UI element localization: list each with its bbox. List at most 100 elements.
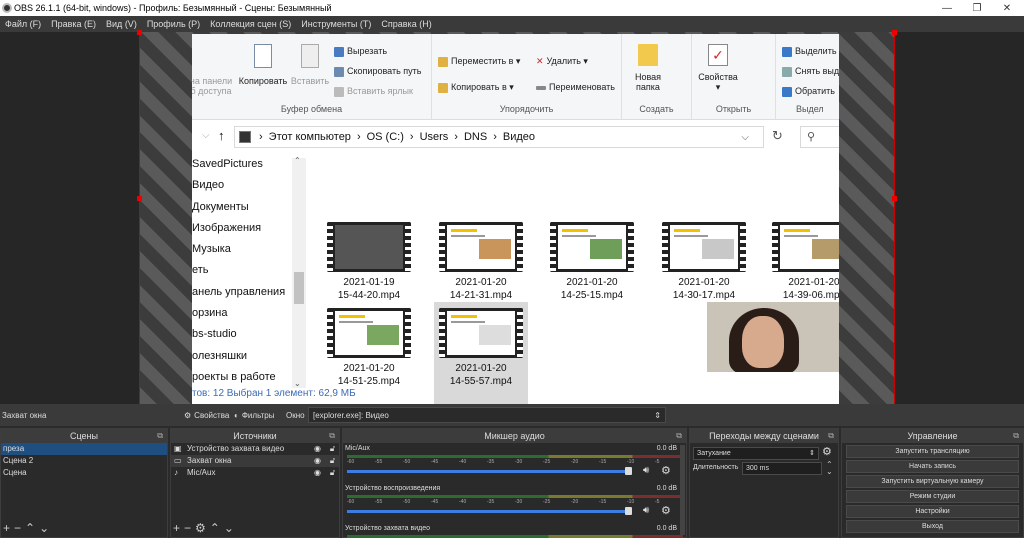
nav-item[interactable]: орзина	[192, 303, 307, 324]
spinner-icon[interactable]: ⌃ ⌄	[826, 461, 833, 476]
nav-scrollbar[interactable]: ⌃ ⌄	[292, 156, 306, 388]
move-to-button[interactable]: Переместить в ▾	[438, 56, 520, 67]
start-streaming-button[interactable]: Запустить трансляцию	[846, 445, 1019, 458]
breadcrumb-dns[interactable]: DNS	[464, 131, 487, 143]
duration-input[interactable]: 300 ms	[742, 462, 822, 475]
breadcrumb-video[interactable]: Видео	[503, 131, 535, 143]
fader-handle[interactable]	[625, 467, 632, 475]
breadcrumb-users[interactable]: Users	[420, 131, 449, 143]
nav-item[interactable]: Видео	[192, 175, 307, 196]
undock-icon[interactable]: ⧉	[329, 429, 335, 443]
deselect-button[interactable]: Снять выд	[782, 66, 839, 77]
invert-button[interactable]: Обратить	[782, 86, 835, 97]
scene-item[interactable]: Сцена	[1, 467, 167, 479]
up-arrow-icon[interactable]: ↑	[218, 128, 225, 143]
add-icon[interactable]: +	[173, 521, 184, 535]
scene-item[interactable]: преза	[1, 443, 167, 455]
breadcrumb-drive[interactable]: OS (C:)	[367, 131, 404, 143]
paste-button[interactable]: Вставить	[290, 44, 330, 86]
gear-icon[interactable]: ⚙	[822, 445, 832, 458]
resize-handle[interactable]	[892, 196, 897, 201]
fader-handle[interactable]	[625, 507, 632, 515]
gear-icon[interactable]: ⚙	[661, 464, 671, 477]
webcam-source[interactable]	[707, 302, 839, 372]
resize-handle[interactable]	[137, 30, 142, 35]
window-select[interactable]: [explorer.exe]: Видео ⇕	[308, 407, 666, 423]
volume-fader[interactable]	[347, 510, 629, 513]
new-folder-button[interactable]: Новая папка	[628, 44, 668, 92]
nav-item[interactable]: bs-studio	[192, 324, 307, 345]
nav-item[interactable]: Изображения	[192, 218, 307, 239]
copy-button[interactable]: Копировать	[236, 44, 290, 86]
source-item[interactable]: ▣ Устройство захвата видео ◉ 🔓︎	[171, 443, 339, 455]
transition-select[interactable]: Затухание ⇕	[693, 447, 819, 460]
source-filters-button[interactable]: ◐ Фильтры	[234, 411, 274, 420]
studio-mode-button[interactable]: Режим студии	[846, 490, 1019, 503]
menu-view[interactable]: Вид (V)	[106, 19, 137, 29]
eye-icon[interactable]: ◉	[314, 467, 321, 479]
scroll-down-icon[interactable]: ⌄	[294, 379, 301, 388]
move-down-icon[interactable]: ⌄	[224, 521, 238, 535]
preview-canvas[interactable]: на панели б доступа Копировать Вставить …	[0, 30, 1024, 404]
nav-item[interactable]: роекты в работе	[192, 367, 307, 388]
scrollbar-thumb[interactable]	[294, 272, 304, 304]
source-item[interactable]: ♪ Mic/Aux ◉ 🔓︎	[171, 467, 339, 479]
undock-icon[interactable]: ⧉	[676, 429, 682, 443]
menu-edit[interactable]: Правка (E)	[51, 19, 96, 29]
scroll-up-icon[interactable]: ⌃	[294, 156, 301, 165]
undock-icon[interactable]: ⧉	[157, 429, 163, 443]
move-up-icon[interactable]: ⌃	[25, 521, 39, 535]
undock-icon[interactable]: ⧉	[828, 429, 834, 443]
move-up-icon[interactable]: ⌃	[210, 521, 224, 535]
lock-icon[interactable]: 🔓︎	[330, 455, 335, 467]
add-icon[interactable]: +	[3, 521, 14, 535]
nav-item[interactable]: анель управления	[192, 282, 307, 303]
pin-quick-access-label[interactable]: на панели б доступа	[192, 76, 236, 96]
search-input[interactable]: ⚲	[800, 126, 839, 148]
nav-item[interactable]: еть	[192, 260, 307, 281]
paste-shortcut-button[interactable]: Вставить ярлык	[334, 86, 413, 97]
source-item[interactable]: ▭ Захват окна ◉ 🔓︎	[171, 455, 339, 467]
exit-button[interactable]: Выход	[846, 520, 1019, 533]
minimize-button[interactable]: —	[932, 0, 962, 16]
lock-icon[interactable]: 🔓︎	[330, 467, 335, 479]
settings-button[interactable]: Настройки	[846, 505, 1019, 518]
source-properties-button[interactable]: ⚙ Свойства	[184, 411, 229, 420]
mixer-scrollbar[interactable]	[680, 445, 685, 535]
chevron-down-icon[interactable]: ⌵	[202, 130, 210, 141]
move-down-icon[interactable]: ⌄	[39, 521, 53, 535]
nav-item[interactable]: SavedPictures	[192, 154, 307, 175]
menu-tools[interactable]: Инструменты (T)	[301, 19, 371, 29]
file-item[interactable]: 2021-01-20 14-25-15.mp4	[545, 216, 639, 332]
menu-help[interactable]: Справка (H)	[381, 19, 431, 29]
undock-icon[interactable]: ⧉	[1013, 429, 1019, 443]
nav-item[interactable]: Документы	[192, 197, 307, 218]
select-all-button[interactable]: Выделить	[782, 46, 837, 57]
start-recording-button[interactable]: Начать запись	[846, 460, 1019, 473]
start-virtual-camera-button[interactable]: Запустить виртуальную камеру	[846, 475, 1019, 488]
copy-path-button[interactable]: Скопировать путь	[334, 66, 421, 77]
close-button[interactable]: ✕	[992, 0, 1022, 16]
delete-button[interactable]: ✕ Удалить ▾	[536, 56, 588, 67]
address-dropdown-icon[interactable]: ⌵	[741, 132, 749, 143]
speaker-icon[interactable]: 🔊︎	[643, 465, 649, 476]
rename-button[interactable]: Переименовать	[536, 82, 615, 92]
eye-icon[interactable]: ◉	[314, 443, 321, 455]
maximize-button[interactable]: ❐	[962, 0, 992, 16]
scene-item[interactable]: Сцена 2	[1, 455, 167, 467]
speaker-icon[interactable]: 🔊︎	[643, 505, 649, 516]
eye-icon[interactable]: ◉	[314, 455, 321, 467]
remove-icon[interactable]: −	[14, 521, 25, 535]
cut-button[interactable]: Вырезать	[334, 46, 387, 57]
copy-to-button[interactable]: Копировать в ▾	[438, 82, 514, 93]
gear-icon[interactable]: ⚙	[661, 504, 671, 517]
resize-handle[interactable]	[137, 196, 142, 201]
nav-item[interactable]: олезняшки	[192, 346, 307, 367]
address-bar[interactable]: › Этот компьютер › OS (C:) › Users › DNS › В…	[234, 126, 764, 148]
breadcrumb-this-pc[interactable]: Этот компьютер	[269, 131, 351, 143]
gear-icon[interactable]: ⚙	[195, 521, 210, 535]
remove-icon[interactable]: −	[184, 521, 195, 535]
nav-item[interactable]: Музыка	[192, 239, 307, 260]
lock-icon[interactable]: 🔓︎	[330, 443, 335, 455]
volume-fader[interactable]	[347, 470, 629, 473]
